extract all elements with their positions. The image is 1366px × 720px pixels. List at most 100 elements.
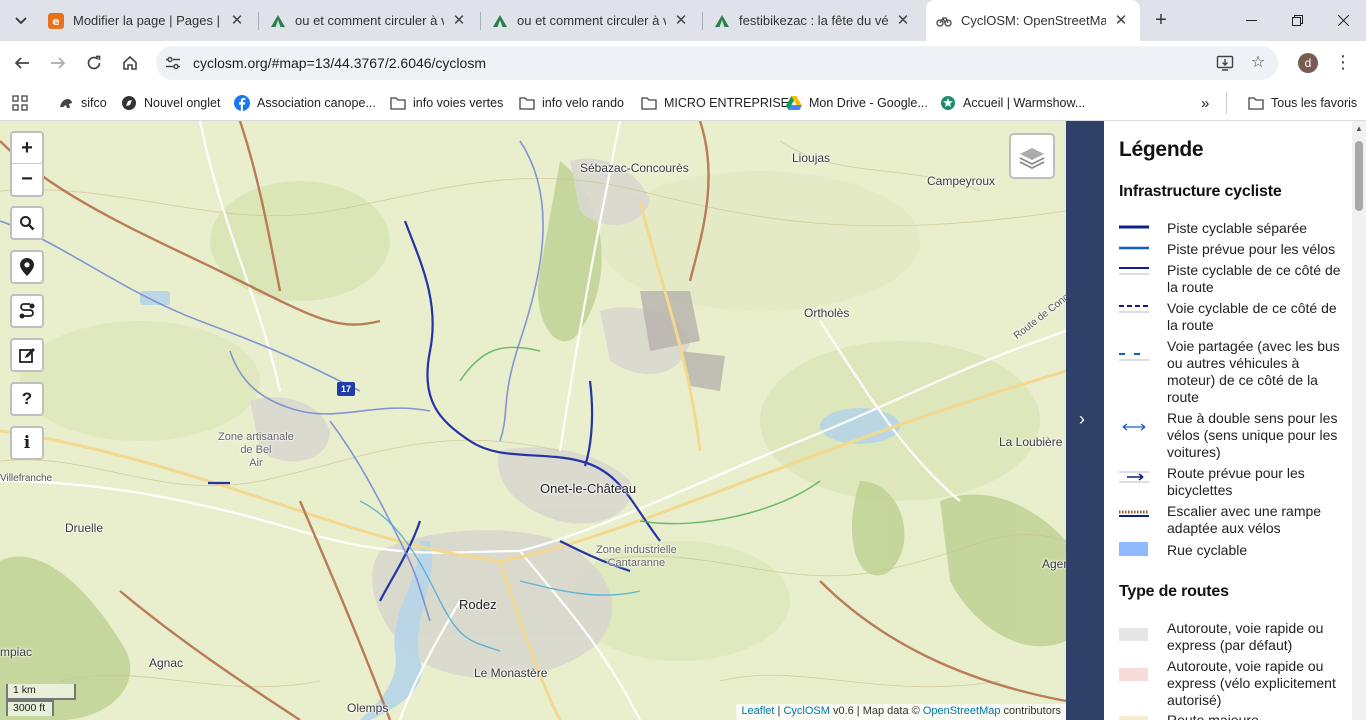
address-bar[interactable]: cyclosm.org/#map=13/44.3767/2.6046/cyclo… — [156, 46, 1278, 80]
tent-icon — [714, 13, 730, 29]
bookmark-association-canope[interactable]: Association canope... — [234, 92, 376, 114]
legend-scrollbar[interactable]: ▲ — [1352, 121, 1366, 720]
place-label: Zone industrielle Cantaranne — [596, 544, 677, 569]
scale-metric: 1 km — [6, 684, 76, 700]
bookmark-label: info velo rando — [542, 96, 625, 110]
legend-label: Rue à double sens pour les vélos (sens u… — [1167, 410, 1338, 460]
close-icon[interactable]: ✕ — [1112, 12, 1130, 30]
cyclosm-link[interactable]: CyclOSM — [783, 705, 829, 717]
close-icon[interactable]: ✕ — [894, 12, 912, 30]
reload-button[interactable] — [80, 49, 108, 77]
place-label: Zone artisanale de Bel Air — [218, 431, 294, 469]
tab-search-button[interactable] — [8, 8, 34, 34]
tab-3[interactable]: ou et comment circuler à vél ✕ — [482, 7, 700, 34]
legend-label: Autoroute, voie rapide ou express (vélo … — [1167, 658, 1336, 708]
scrollbar-thumb[interactable] — [1355, 141, 1363, 211]
routing-button[interactable] — [10, 294, 44, 328]
legend-label: Piste cyclable séparée — [1167, 220, 1308, 236]
map-canvas[interactable]: Sébazac-Concourès Lioujas Campeyroux Ort… — [0, 121, 1066, 720]
folder-icon — [641, 95, 657, 111]
bookmark-info-velo-rando[interactable]: info velo rando — [519, 92, 624, 114]
back-button[interactable] — [8, 49, 36, 77]
zoom-control: + − — [10, 131, 44, 197]
close-window-button[interactable] — [1320, 0, 1366, 41]
bookmark-info-voies-vertes[interactable]: info voies vertes — [390, 92, 503, 114]
folder-icon — [1248, 95, 1264, 111]
scroll-up-icon[interactable]: ▲ — [1355, 124, 1363, 133]
bookmark-nouvel-onglet[interactable]: Nouvel onglet — [121, 92, 220, 114]
tent-icon — [492, 13, 508, 29]
e-icon: e — [48, 12, 64, 29]
tab-separator — [480, 12, 481, 30]
legend-symbol — [1119, 353, 1149, 361]
place-label: Agnac — [149, 656, 184, 670]
legend-symbol — [1119, 471, 1149, 483]
zoom-out-button[interactable]: − — [12, 164, 42, 195]
close-icon[interactable]: ✕ — [228, 12, 246, 30]
url-text[interactable]: cyclosm.org/#map=13/44.3767/2.6046/cyclo… — [193, 55, 486, 71]
locate-button[interactable] — [10, 250, 44, 284]
legend-symbol — [1119, 225, 1149, 229]
new-tab-button[interactable]: + — [1148, 8, 1174, 34]
map-pin-icon — [20, 258, 34, 276]
edit-button[interactable] — [10, 338, 44, 372]
google-drive-icon — [786, 95, 802, 111]
scale-imperial: 3000 ft — [6, 700, 54, 716]
close-icon[interactable]: ✕ — [672, 12, 690, 30]
legend-symbol — [1119, 542, 1148, 556]
legend-symbol — [1119, 267, 1149, 275]
layers-button[interactable] — [1009, 133, 1055, 179]
maximize-button[interactable] — [1274, 0, 1320, 41]
apps-grid-icon — [12, 95, 28, 111]
bookmarks-overflow-button[interactable]: » — [1201, 92, 1209, 114]
chevron-right-icon: › — [1079, 409, 1085, 429]
search-button[interactable] — [10, 206, 44, 240]
bookmark-label: Association canope... — [257, 96, 376, 110]
bookmark-mon-drive[interactable]: Mon Drive - Google... — [786, 92, 928, 114]
legend-symbol — [1119, 246, 1149, 250]
place-label: Villefranche — [0, 473, 53, 484]
apps-button[interactable] — [12, 92, 28, 114]
help-button[interactable]: ? — [10, 382, 44, 416]
sidebar-toggle[interactable]: › — [1066, 121, 1104, 720]
osm-link[interactable]: OpenStreetMap — [923, 705, 1001, 717]
all-bookmarks-button[interactable]: Tous les favoris — [1248, 92, 1357, 114]
star-icon[interactable]: ☆ — [1249, 54, 1267, 72]
legend-label: Route majeure — [1167, 712, 1259, 720]
tab-4[interactable]: festibikezac : la fête du vélo ✕ — [704, 7, 922, 34]
site-settings-icon[interactable] — [165, 55, 181, 71]
bookmark-label: Nouvel onglet — [144, 96, 221, 110]
place-label: mpiac — [0, 645, 33, 659]
tab-1[interactable]: e Modifier la page | Pages | e- ✕ — [38, 7, 256, 34]
minimize-button[interactable] — [1228, 0, 1274, 41]
bookmark-micro-entreprise[interactable]: MICRO ENTREPRISE — [641, 92, 789, 114]
tab-strip: e Modifier la page | Pages | e- ✕ ou et … — [0, 0, 1366, 41]
close-icon[interactable]: ✕ — [450, 12, 468, 30]
bike-icon — [936, 13, 952, 29]
profile-avatar[interactable]: d — [1298, 53, 1318, 73]
reload-icon — [87, 55, 101, 70]
home-button[interactable] — [116, 49, 144, 77]
place-label: Druelle — [65, 521, 104, 535]
legend-label: Escalier avec une rampe adaptée aux vélo… — [1167, 503, 1322, 536]
forward-button[interactable] — [44, 49, 72, 77]
bookmark-label: sifco — [81, 96, 107, 110]
legend-label: Autoroute, voie rapide ou express (par d… — [1167, 620, 1324, 653]
legend-section-roads: Type de routes — [1119, 583, 1229, 600]
install-app-icon[interactable] — [1216, 54, 1234, 72]
tab-label: CyclOSM: OpenStreetMap-b — [961, 13, 1106, 28]
close-icon — [1337, 15, 1349, 26]
zoom-in-button[interactable]: + — [12, 133, 42, 164]
tab-5-active[interactable]: CyclOSM: OpenStreetMap-b ✕ — [926, 0, 1140, 41]
leaflet-link[interactable]: Leaflet — [741, 705, 774, 717]
bookmark-label: MICRO ENTREPRISE — [664, 96, 790, 110]
place-label: Sébazac-Concourès — [580, 161, 689, 175]
tab-2[interactable]: ou et comment circuler à vél ✕ — [260, 7, 478, 34]
bookmark-warmshowers[interactable]: Accueil | Warmshow... — [940, 92, 1085, 114]
menu-kebab-icon[interactable]: ⋮ — [1334, 50, 1352, 76]
bookmark-label: Tous les favoris — [1271, 96, 1358, 110]
facebook-icon — [234, 95, 250, 111]
bookmark-sifco[interactable]: sifco — [58, 92, 107, 114]
info-button[interactable]: i — [10, 426, 44, 460]
tab-label: Modifier la page | Pages | e- — [73, 13, 222, 28]
